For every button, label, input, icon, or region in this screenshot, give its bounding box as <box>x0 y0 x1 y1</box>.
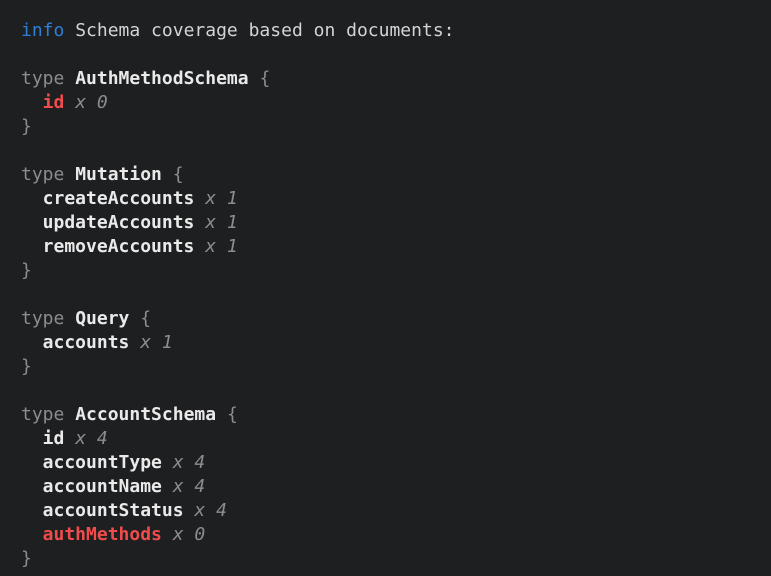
usage-count: x 0 <box>75 92 108 113</box>
usage-count: x 4 <box>173 452 206 473</box>
field-coverage-line: accountStatus x 4 <box>43 499 761 523</box>
field-name: authMethods <box>43 524 162 545</box>
field-name: id <box>43 92 65 113</box>
field-coverage-line: accountType x 4 <box>43 451 761 475</box>
field-coverage-line: createAccounts x 1 <box>43 187 761 211</box>
field-name: accountStatus <box>43 500 184 521</box>
field-coverage-line: id x 4 <box>43 427 761 451</box>
field-name: updateAccounts <box>43 212 195 233</box>
type-declaration-line: type Query { <box>21 307 761 331</box>
field-coverage-line: removeAccounts x 1 <box>43 235 761 259</box>
close-brace-line: } <box>21 115 761 139</box>
open-brace: { <box>227 404 238 425</box>
type-name: AccountSchema <box>75 404 216 425</box>
usage-count: x 1 <box>140 332 173 353</box>
type-name: Query <box>75 308 129 329</box>
close-brace: } <box>21 548 32 569</box>
field-coverage-line: id x 0 <box>43 91 761 115</box>
type-keyword: type <box>21 308 64 329</box>
usage-count: x 4 <box>194 500 227 521</box>
field-coverage-line: accounts x 1 <box>43 331 761 355</box>
usage-count: x 1 <box>205 212 238 233</box>
blank-line <box>21 43 761 67</box>
field-coverage-line: updateAccounts x 1 <box>43 211 761 235</box>
open-brace: { <box>173 164 184 185</box>
field-name: accountName <box>43 476 162 497</box>
close-brace-line: } <box>21 547 761 571</box>
close-brace: } <box>21 260 32 281</box>
field-coverage-line: authMethods x 0 <box>43 523 761 547</box>
type-keyword: type <box>21 404 64 425</box>
close-brace: } <box>21 116 32 137</box>
type-declaration-line: type Mutation { <box>21 163 761 187</box>
usage-count: x 4 <box>173 476 206 497</box>
usage-count: x 1 <box>205 236 238 257</box>
type-keyword: type <box>21 68 64 89</box>
field-name: accountType <box>43 452 162 473</box>
type-keyword: type <box>21 164 64 185</box>
open-brace: { <box>259 68 270 89</box>
type-declaration-line: type AuthMethodSchema { <box>21 67 761 91</box>
close-brace-line: } <box>21 355 761 379</box>
field-name: accounts <box>43 332 130 353</box>
field-name: removeAccounts <box>43 236 195 257</box>
usage-count: x 4 <box>75 428 108 449</box>
close-brace: } <box>21 356 32 377</box>
blank-line <box>21 379 761 403</box>
usage-count: x 1 <box>205 188 238 209</box>
coverage-header-line: info Schema coverage based on documents: <box>21 19 761 43</box>
field-coverage-line: accountName x 4 <box>43 475 761 499</box>
field-name: id <box>43 428 65 449</box>
close-brace-line: } <box>21 259 761 283</box>
type-name: Mutation <box>75 164 162 185</box>
open-brace: { <box>140 308 151 329</box>
field-name: createAccounts <box>43 188 195 209</box>
blank-line <box>21 139 761 163</box>
type-declaration-line: type AccountSchema { <box>21 403 761 427</box>
terminal-output: info Schema coverage based on documents:… <box>0 0 771 576</box>
coverage-message: Schema coverage based on documents: <box>75 20 454 41</box>
usage-count: x 0 <box>173 524 206 545</box>
info-tag: info <box>21 20 64 41</box>
blank-line <box>21 283 761 307</box>
type-name: AuthMethodSchema <box>75 68 248 89</box>
